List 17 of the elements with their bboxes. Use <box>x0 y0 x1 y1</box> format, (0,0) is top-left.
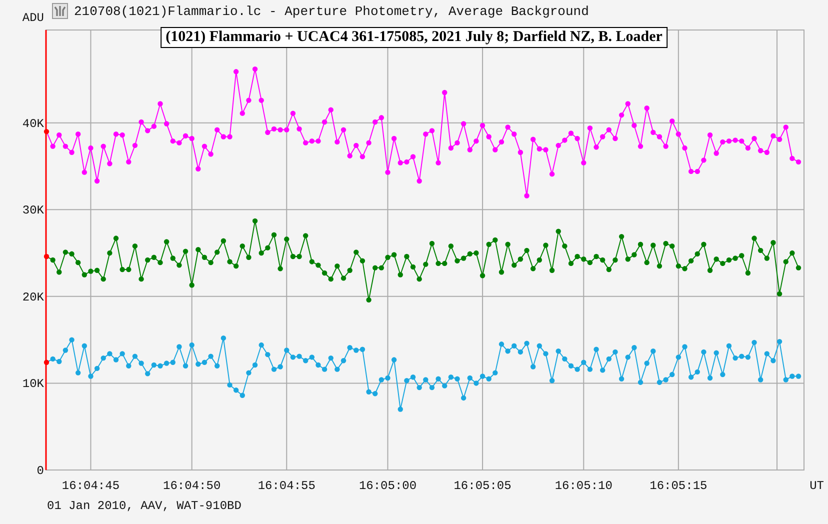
tick-label: 16:05:05 <box>454 479 512 493</box>
tick-label: 40K <box>22 116 44 131</box>
tick-label: 20K <box>22 290 44 304</box>
tick-label: 10K <box>22 377 44 392</box>
tick-label: 16:05:00 <box>358 479 417 493</box>
tick-label: 16:04:45 <box>62 479 120 493</box>
footer-text: 01 Jan 2010, AAV, WAT-910BD <box>47 499 242 513</box>
tick-label: 16:05:10 <box>554 479 612 493</box>
tick-label: 16:04:50 <box>163 479 221 493</box>
tick-label: 30K <box>22 204 44 218</box>
axis-label: ADU <box>22 11 44 25</box>
chart-title: (1021) Flammario + UCAC4 361-175085, 2021 July 8; Darfield NZ, B. Loader <box>160 27 668 48</box>
axis-label: UT <box>810 479 824 493</box>
tick-label: 0 <box>36 464 44 478</box>
tick-label: 16:05:15 <box>650 479 708 493</box>
window-title: 210708(1021)Flammario.lc - Aperture Photometry, Average Background <box>74 4 589 18</box>
tick-label: 16:04:55 <box>258 479 316 493</box>
